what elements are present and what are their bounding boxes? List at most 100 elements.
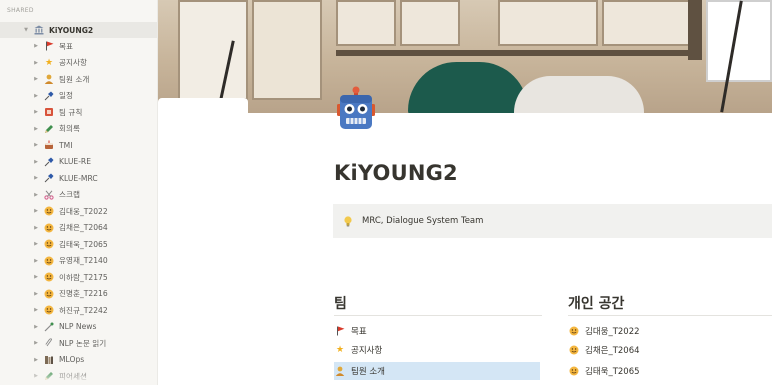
sidebar-item-label: 일정 bbox=[59, 91, 73, 100]
paperclip-icon bbox=[43, 337, 55, 349]
smile-icon bbox=[568, 325, 580, 337]
team-divider bbox=[334, 315, 542, 316]
smile-icon bbox=[43, 288, 55, 300]
person-icon bbox=[334, 365, 346, 377]
sidebar-fade bbox=[0, 368, 157, 385]
cake-icon bbox=[43, 139, 55, 151]
sidebar-item[interactable]: ▶ 김태욱_T2065 bbox=[0, 236, 157, 252]
scissors-icon bbox=[43, 189, 55, 201]
sidebar-item[interactable]: ▶ 이하람_T2175 bbox=[0, 269, 157, 285]
sidebar-item[interactable]: ▶ 김대웅_T2022 bbox=[0, 203, 157, 219]
personal-space-heading: 개인 공간 bbox=[568, 296, 625, 312]
rulebook-icon bbox=[43, 106, 55, 118]
expand-right-icon[interactable]: ▶ bbox=[32, 357, 40, 363]
expand-right-icon[interactable]: ▶ bbox=[32, 142, 40, 148]
pencil-icon bbox=[43, 123, 55, 135]
pushpin-icon bbox=[43, 156, 55, 168]
sidebar-item[interactable]: ▶ NLP News bbox=[0, 319, 157, 335]
sidebar-item-label: MLOps bbox=[59, 355, 85, 364]
sidebar-item-label: 팀원 소개 bbox=[59, 74, 90, 84]
sidebar-item-label: KLUE-RE bbox=[59, 157, 92, 166]
sidebar-item-label: 유영재_T2140 bbox=[59, 256, 108, 265]
sidebar-item-label: TMI bbox=[59, 140, 73, 150]
lightbulb-icon bbox=[342, 215, 354, 227]
red-flag-icon bbox=[334, 325, 346, 337]
bank-icon bbox=[33, 24, 45, 36]
expand-right-icon[interactable]: ▶ bbox=[32, 324, 40, 330]
sidebar-item-label: KiYOUNG2 bbox=[49, 25, 94, 35]
sidebar-item[interactable]: ▶ 스크랩 bbox=[0, 187, 157, 203]
sidebar-item-workspace[interactable]: ▼ KiYOUNG2 bbox=[0, 22, 157, 38]
sidebar-item[interactable]: ▶ 팀 규칙 bbox=[0, 104, 157, 120]
expand-right-icon[interactable]: ▶ bbox=[32, 307, 40, 313]
expand-right-icon[interactable]: ▶ bbox=[32, 76, 40, 82]
sidebar-section-label: SHARED bbox=[7, 7, 34, 14]
link-notice[interactable]: ★ 공지사항 bbox=[334, 341, 540, 359]
link-team-intro[interactable]: 팀원 소개 bbox=[334, 362, 540, 380]
sidebar-item-label: 회의록 bbox=[59, 124, 80, 133]
cover-image[interactable] bbox=[158, 0, 772, 113]
link-member-1[interactable]: 김대웅_T2022 bbox=[568, 322, 772, 340]
sidebar-item[interactable]: ▶ KLUE-MRC bbox=[0, 170, 157, 186]
star-icon: ★ bbox=[44, 57, 54, 68]
sidebar-item[interactable]: ▶ MLOps bbox=[0, 352, 157, 368]
sidebar-item[interactable]: ▶ KLUE-RE bbox=[0, 154, 157, 170]
callout-block[interactable]: MRC, Dialogue System Team bbox=[333, 204, 772, 238]
link-member-3[interactable]: 김태욱_T2065 bbox=[568, 362, 772, 380]
pushpin-icon bbox=[43, 90, 55, 102]
sidebar-item-label: NLP 논문 읽기 bbox=[59, 338, 107, 348]
pushpin-icon bbox=[43, 172, 55, 184]
expand-right-icon[interactable]: ▶ bbox=[32, 208, 40, 214]
sidebar-item-label: 팀 규칙 bbox=[59, 107, 83, 117]
sidebar-item[interactable]: ▶ 유영재_T2140 bbox=[0, 253, 157, 269]
sidebar-item[interactable]: ▶ ★ 공지사항 bbox=[0, 55, 157, 71]
sidebar-item-label: KLUE-MRC bbox=[59, 173, 98, 183]
callout-text: MRC, Dialogue System Team bbox=[362, 216, 484, 226]
expand-right-icon[interactable]: ▶ bbox=[32, 60, 40, 66]
expand-down-icon[interactable]: ▼ bbox=[22, 27, 30, 33]
sidebar-item-label: 이하람_T2175 bbox=[59, 272, 108, 282]
smile-icon bbox=[43, 255, 55, 267]
link-goal[interactable]: 목표 bbox=[334, 322, 540, 340]
expand-right-icon[interactable]: ▶ bbox=[32, 258, 40, 264]
smile-icon bbox=[43, 271, 55, 283]
sidebar-item[interactable]: ▶ 진명훈_T2216 bbox=[0, 286, 157, 302]
expand-right-icon[interactable]: ▶ bbox=[32, 192, 40, 198]
sidebar-item[interactable]: ▶ TMI bbox=[0, 137, 157, 153]
red-flag-icon bbox=[43, 40, 55, 52]
link-member-2[interactable]: 김채은_T2064 bbox=[568, 341, 772, 359]
book-icon bbox=[43, 354, 55, 366]
expand-right-icon[interactable]: ▶ bbox=[32, 291, 40, 297]
personal-divider bbox=[568, 315, 772, 316]
sidebar-item-label: 스크랩 bbox=[59, 190, 80, 199]
expand-right-icon[interactable]: ▶ bbox=[32, 340, 40, 346]
smile-icon bbox=[43, 222, 55, 234]
expand-right-icon[interactable]: ▶ bbox=[32, 175, 40, 181]
sidebar-item[interactable]: ▶ 허진규_T2242 bbox=[0, 302, 157, 318]
team-heading: 팀 bbox=[334, 296, 347, 312]
sidebar-item-label: 공지사항 bbox=[59, 58, 87, 67]
expand-right-icon[interactable]: ▶ bbox=[32, 43, 40, 49]
sidebar-item[interactable]: ▶ 일정 bbox=[0, 88, 157, 104]
sidebar-item[interactable]: ▶ 팀원 소개 bbox=[0, 71, 157, 87]
sidebar-item[interactable]: ▶ 목표 bbox=[0, 38, 157, 54]
expand-right-icon[interactable]: ▶ bbox=[32, 93, 40, 99]
sidebar-item[interactable]: ▶ 김채은_T2064 bbox=[0, 220, 157, 236]
sidebar-item-label: 진명훈_T2216 bbox=[59, 289, 108, 298]
sidebar-item[interactable]: ▶ NLP 논문 읽기 bbox=[0, 335, 157, 351]
sidebar-item-label: 목표 bbox=[59, 41, 73, 51]
sidebar-item[interactable]: ▶ 회의록 bbox=[0, 121, 157, 137]
star-icon: ★ bbox=[335, 345, 345, 355]
expand-right-icon[interactable]: ▶ bbox=[32, 241, 40, 247]
page-title[interactable]: KiYOUNG2 bbox=[334, 161, 458, 185]
smile-icon bbox=[568, 344, 580, 356]
robot-icon[interactable] bbox=[332, 86, 380, 134]
expand-right-icon[interactable]: ▶ bbox=[32, 126, 40, 132]
expand-right-icon[interactable]: ▶ bbox=[32, 109, 40, 115]
expand-right-icon[interactable]: ▶ bbox=[32, 225, 40, 231]
smile-icon bbox=[568, 365, 580, 377]
expand-right-icon[interactable]: ▶ bbox=[32, 274, 40, 280]
sidebar-item-label: 허진규_T2242 bbox=[59, 305, 108, 315]
expand-right-icon[interactable]: ▶ bbox=[32, 159, 40, 165]
sidebar-item-label: 김태욱_T2065 bbox=[59, 239, 108, 249]
